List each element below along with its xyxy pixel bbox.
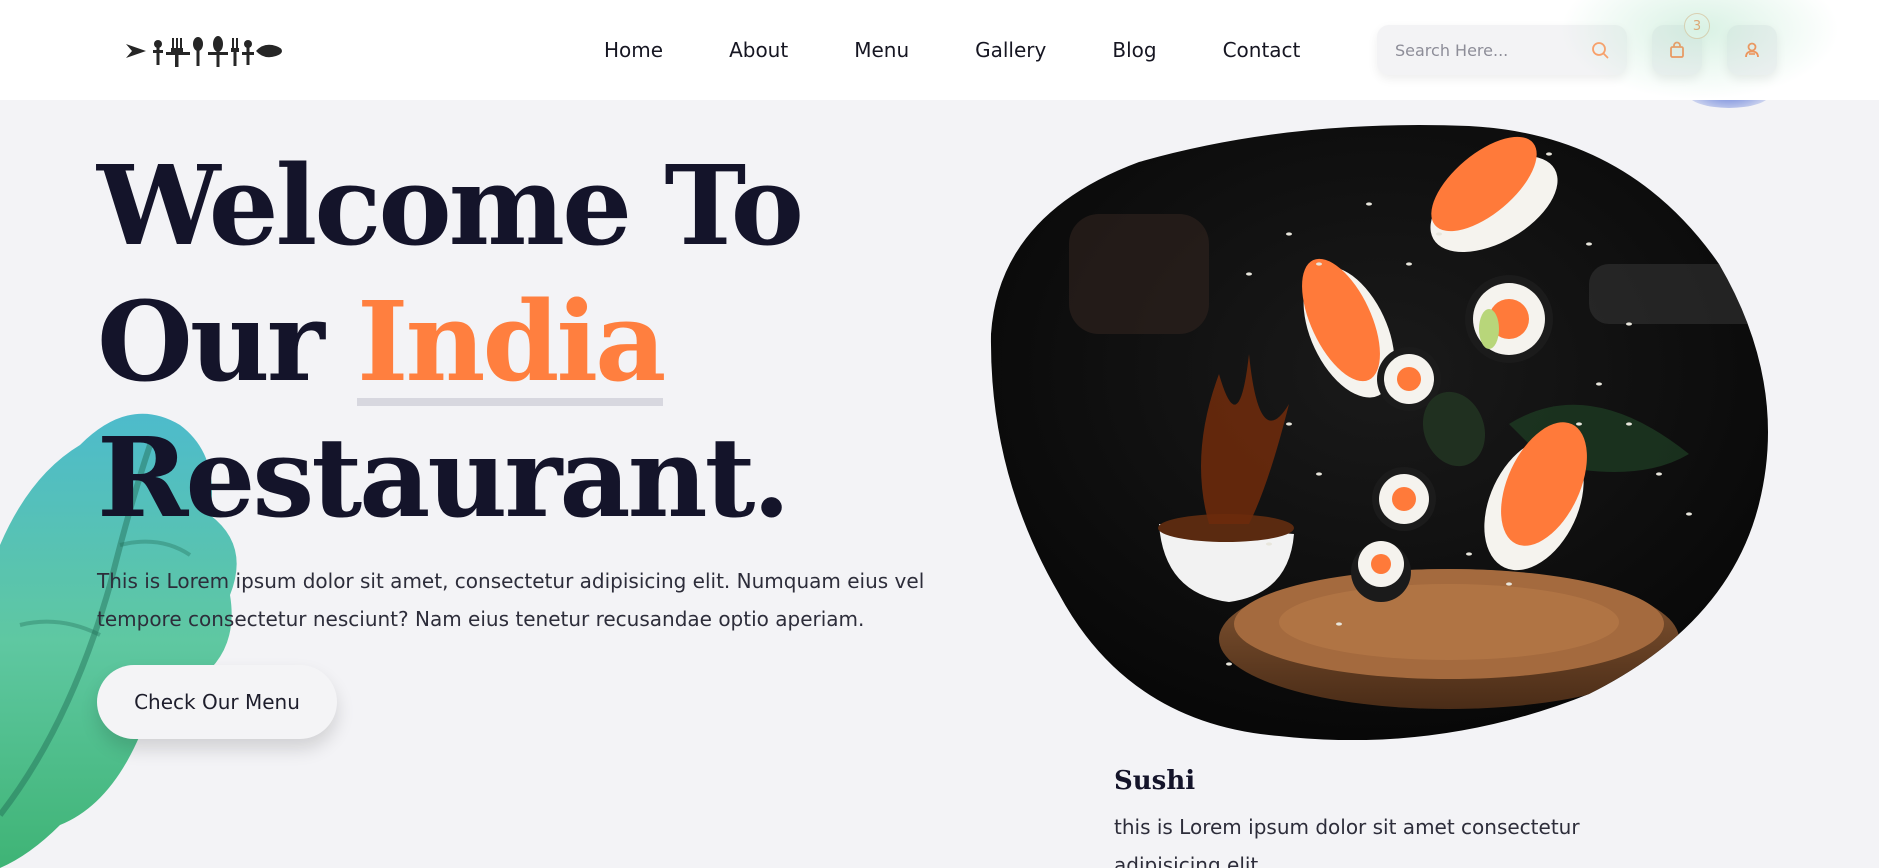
site-header: Home About Menu Gallery Blog Contact 3 <box>0 0 1879 100</box>
hero-title-line-1: Welcome To <box>97 141 804 270</box>
nav-home[interactable]: Home <box>604 36 663 64</box>
featured-dish-description: this is Lorem ipsum dolor sit amet conse… <box>1114 815 1580 868</box>
check-menu-button[interactable]: Check Our Menu <box>97 665 337 739</box>
nav-blog[interactable]: Blog <box>1112 36 1156 64</box>
hero-title-line-2: Our India <box>97 274 801 410</box>
hero-description: This is Lorem ipsum dolor sit amet, cons… <box>97 569 925 631</box>
nav-menu[interactable]: Menu <box>854 36 909 64</box>
search-box <box>1377 25 1627 75</box>
hero-title-accent: India <box>357 274 666 410</box>
sushi-hero-image <box>990 125 1768 740</box>
restaurant-logo[interactable] <box>124 30 284 72</box>
cart-count-badge: 3 <box>1684 13 1710 39</box>
nav-about[interactable]: About <box>729 36 788 64</box>
hero-title-line-3: Restaurant. <box>97 413 791 542</box>
nav-contact[interactable]: Contact <box>1223 36 1301 64</box>
user-account-button[interactable] <box>1727 25 1777 75</box>
search-icon[interactable] <box>1591 41 1609 59</box>
user-icon <box>1745 42 1759 58</box>
cart-button[interactable]: 3 <box>1652 13 1710 75</box>
main-nav: Home About Menu Gallery Blog Contact <box>604 36 1300 64</box>
shopping-bag-icon <box>1670 41 1684 58</box>
hero-title: Welcome To Our India Restaurant. <box>97 138 804 546</box>
featured-dish-title: Sushi <box>1114 766 1196 796</box>
nav-gallery[interactable]: Gallery <box>975 36 1046 64</box>
hero-title-prefix: Our <box>97 277 358 406</box>
search-input[interactable] <box>1395 40 1585 60</box>
